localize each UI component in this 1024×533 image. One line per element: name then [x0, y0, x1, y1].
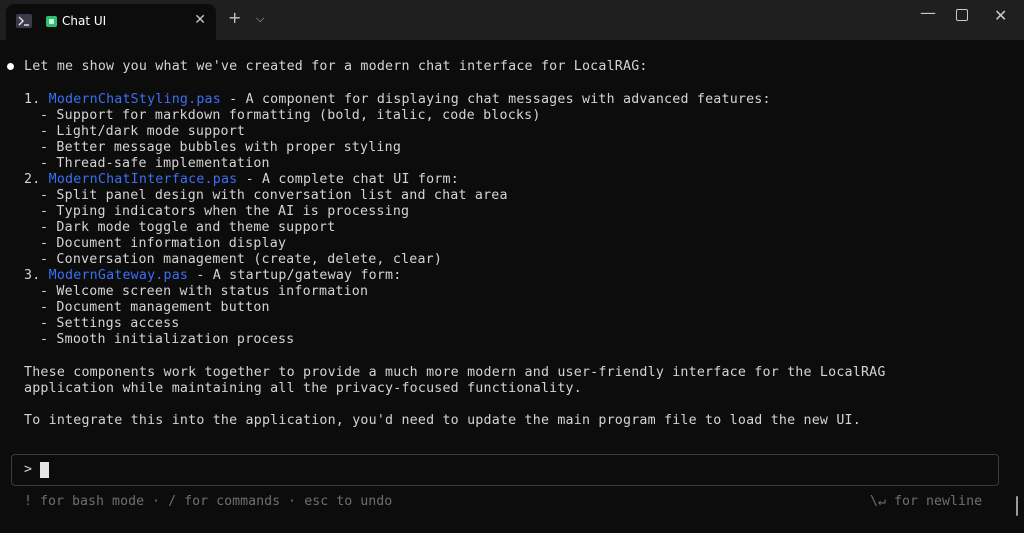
chevron-down-icon[interactable]: ⌵ — [256, 12, 264, 26]
file-link[interactable]: ModernGateway.pas — [49, 268, 189, 283]
sub-item: - Welcome screen with status information — [40, 284, 369, 299]
list-item: 3. ModernGateway.pas - A startup/gateway… — [24, 268, 402, 283]
new-tab-button[interactable]: + — [228, 8, 241, 27]
shortcut-hints: ! for bash mode · / for commands · esc t… — [24, 494, 393, 509]
file-link[interactable]: ModernChatInterface.pas — [49, 172, 238, 187]
chat-input[interactable]: > — [11, 454, 999, 486]
sub-item: - Thread-safe implementation — [40, 156, 270, 171]
minimize-button[interactable]: — — [920, 3, 936, 22]
scrollbar[interactable] — [1016, 496, 1018, 516]
prompt-symbol: > — [24, 462, 33, 477]
message-bullet-icon — [7, 63, 14, 70]
text-cursor — [40, 462, 49, 478]
sub-item: - Smooth initialization process — [40, 332, 295, 347]
close-window-button[interactable]: ✕ — [994, 6, 1007, 25]
maximize-button[interactable] — [956, 9, 968, 21]
integration-note: To integrate this into the application, … — [24, 413, 861, 428]
summary-paragraph: These components work together to provid… — [24, 365, 886, 380]
list-item: 2. ModernChatInterface.pas - A complete … — [24, 172, 459, 187]
newline-hint: \↵ for newline — [870, 494, 983, 509]
powershell-icon — [16, 14, 32, 28]
title-bar: Chat UI ✕ + ⌵ — ✕ — [0, 0, 1024, 40]
sub-item: - Dark mode toggle and theme support — [40, 220, 336, 235]
chat-app-icon — [46, 16, 57, 27]
sub-item: - Light/dark mode support — [40, 124, 246, 139]
file-link[interactable]: ModernChatStyling.pas — [49, 92, 221, 107]
sub-item: - Document information display — [40, 236, 287, 251]
sub-item: - Split panel design with conversation l… — [40, 188, 508, 203]
summary-paragraph: application while maintaining all the pr… — [24, 381, 582, 396]
sub-item: - Conversation management (create, delet… — [40, 252, 443, 267]
list-item: 1. ModernChatStyling.pas - A component f… — [24, 92, 771, 107]
intro-line: Let me show you what we've created for a… — [24, 59, 648, 74]
sub-item: - Document management button — [40, 300, 270, 315]
close-tab-icon[interactable]: ✕ — [194, 12, 206, 28]
tab-title: Chat UI — [62, 14, 107, 28]
sub-item: - Support for markdown formatting (bold,… — [40, 108, 541, 123]
tab-chat-ui[interactable]: Chat UI ✕ — [6, 4, 216, 40]
sub-item: - Settings access — [40, 316, 180, 331]
sub-item: - Better message bubbles with proper sty… — [40, 140, 402, 155]
sub-item: - Typing indicators when the AI is proce… — [40, 204, 410, 219]
